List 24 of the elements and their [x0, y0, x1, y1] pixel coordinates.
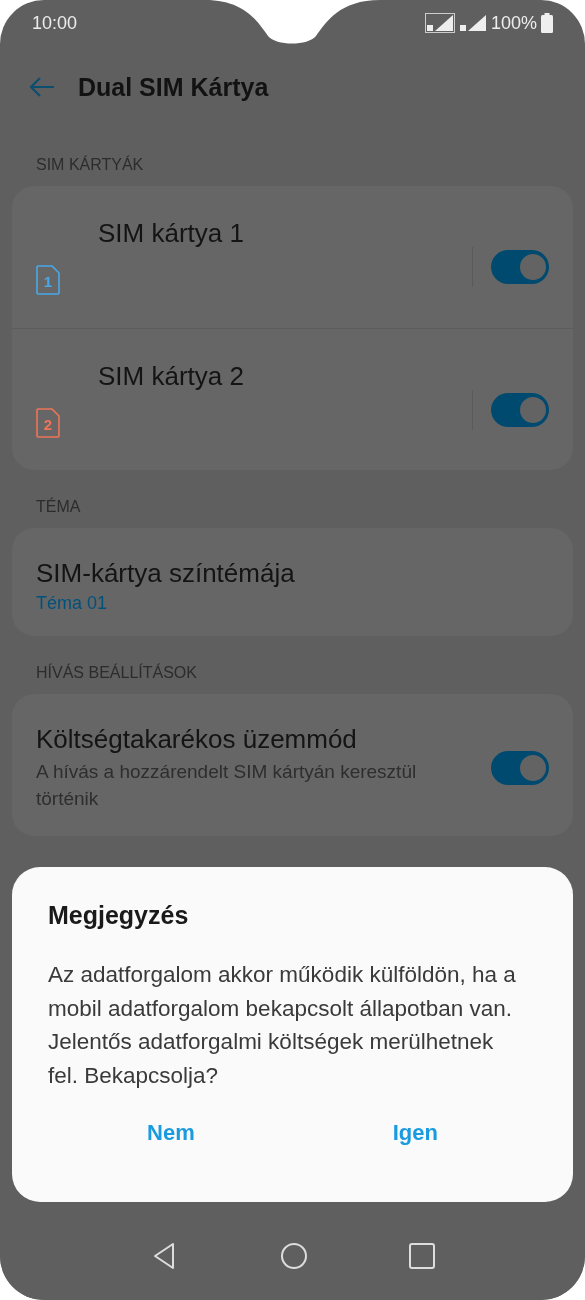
setting-value: Téma 01 [36, 593, 109, 614]
dialog-title: Megjegyzés [48, 901, 190, 930]
dialog-button[interactable]: Nem [127, 1114, 215, 1152]
dialog-message: Az adatforgalom akkor működik külföldön, ha a mobil adatforgalom bekapcsolt állapotban van. Jelentős adatforgalmi költségek merülhetnek fel. Bekapcsolja? [48, 961, 517, 1090]
dialog-button[interactable]: Igen [372, 1114, 458, 1152]
recent-apps-icon[interactable] [408, 1243, 435, 1269]
battery-percent: 100% [490, 12, 537, 34]
sim-title: SIM kártya 1 [98, 217, 245, 250]
setting-description: A hívás a hozzárendelt SIM kártyán keresztül történik [36, 760, 418, 811]
battery-icon [541, 13, 553, 33]
page-title: Dual SIM Kártya [78, 72, 269, 102]
toggle-switch[interactable] [491, 751, 549, 786]
home-icon[interactable] [279, 1242, 308, 1270]
signal-icon [458, 13, 487, 33]
setting-title: SIM-kártya színtémája [36, 558, 296, 589]
sim-title: SIM kártya 2 [98, 360, 245, 393]
toggle-switch[interactable] [491, 250, 549, 284]
sim-card-icon: 2 [36, 407, 60, 438]
status-time: 10:00 [32, 12, 79, 34]
toggle-switch[interactable] [491, 392, 549, 427]
back-arrow-icon[interactable] [28, 75, 56, 99]
sim-card-icon: 1 [36, 265, 60, 295]
setting-title: Költségtakarékos üzemmód [36, 724, 358, 755]
signal-icon [424, 13, 455, 33]
